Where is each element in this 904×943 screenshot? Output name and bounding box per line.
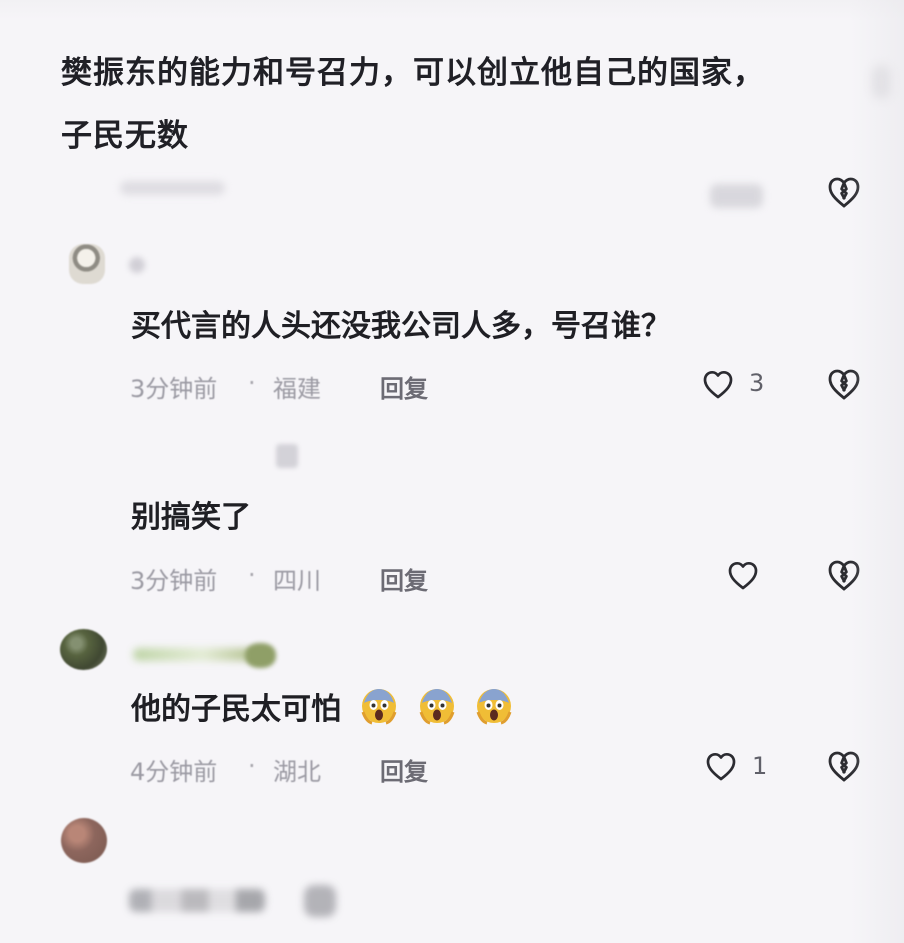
heart-icon[interactable] [727,560,759,592]
avatar[interactable] [69,244,105,284]
avatar[interactable] [61,818,107,863]
comment-location: 福建 [273,375,321,403]
comment-separator: · [248,561,256,589]
top-fade [0,0,904,20]
comment-location: 四川 [273,567,321,595]
like-count: 3 [749,369,765,397]
blurred-emoji [304,885,336,917]
comment-text: 买代言的人头还没我公司人多，号召谁？ [131,309,671,344]
blurred-user-info [120,181,225,195]
post-text-line-2: 子民无数 [61,118,189,154]
blurred-username [133,648,253,661]
comment-time: 3分钟前 [130,375,218,403]
comment-separator: · [248,369,256,397]
comment-time: 3分钟前 [130,567,218,595]
right-edge-shadow [850,0,904,943]
blurred-user-info [276,444,298,468]
screaming-face-icon [362,689,397,725]
post-text-line-1: 樊振东的能力和号召力，可以创立他自己的国家， [61,55,765,91]
comment-text-content: 他的子民太可怕 [131,692,341,727]
blurred-reaction-icon [710,184,763,208]
comment-time: 4分钟前 [130,758,218,786]
screaming-face-icon [419,689,455,725]
comment-text: 他的子民太可怕 [131,687,513,730]
comment-feed: 樊振东的能力和号召力，可以创立他自己的国家， 子民无数 买代言的人头还没我公司人… [0,0,904,943]
heart-icon[interactable] [702,369,734,401]
reply-link[interactable]: 回复 [380,369,428,404]
reply-link[interactable]: 回复 [380,561,428,596]
scroll-indicator[interactable] [872,65,891,99]
blurred-username [129,257,145,273]
like-count: 1 [752,752,768,780]
comment-location: 湖北 [273,758,321,786]
comment-separator: · [248,752,256,780]
comment-text: 别搞笑了 [131,500,251,535]
avatar[interactable] [60,629,107,670]
screaming-face-icon [476,689,512,725]
heart-icon[interactable] [705,751,737,783]
blurred-comment-text [129,889,265,912]
reply-link[interactable]: 回复 [380,752,428,787]
blurred-user-badge [245,643,276,668]
